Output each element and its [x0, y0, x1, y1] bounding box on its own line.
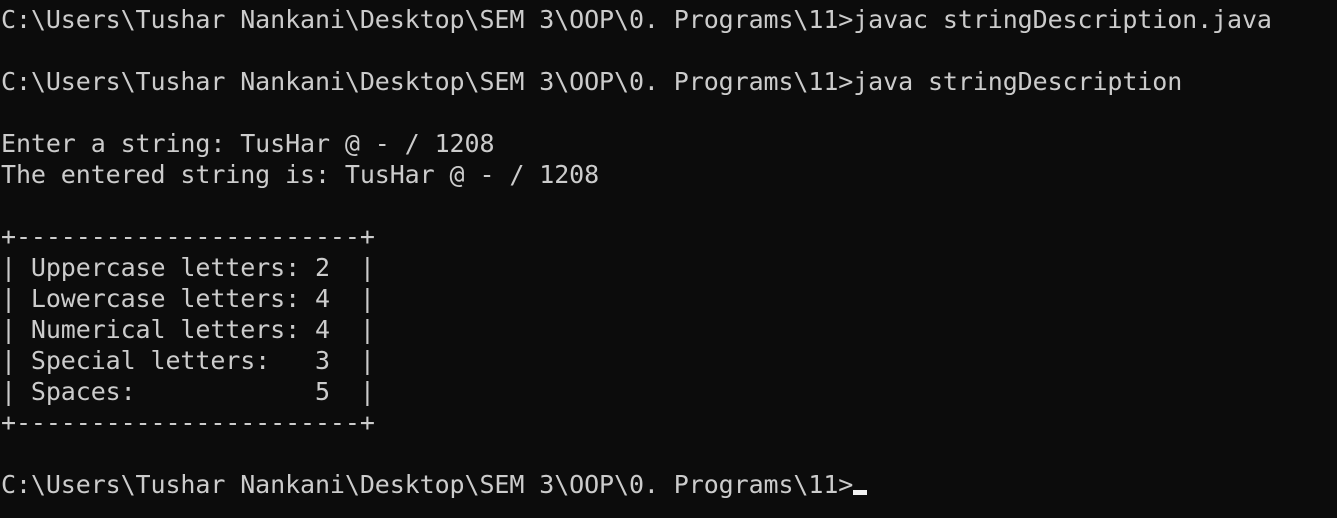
console-line-numerical-count: | Numerical letters: 4 |: [1, 315, 375, 344]
console-line-spaces-count: | Spaces: 5 |: [1, 377, 375, 406]
console-line-current-prompt[interactable]: C:\Users\Tushar Nankani\Desktop\SEM 3\OO…: [1, 469, 1337, 500]
console-line-box-top-border: +-----------------------+: [1, 222, 375, 251]
console-window[interactable]: C:\Users\Tushar Nankani\Desktop\SEM 3\OO…: [0, 0, 1337, 518]
console-line-javac-command: C:\Users\Tushar Nankani\Desktop\SEM 3\OO…: [1, 5, 1272, 34]
console-line-echo-output: The entered string is: TusHar @ - / 1208: [1, 160, 600, 189]
console-line-input-prompt: Enter a string: TusHar @ - / 1208: [1, 129, 495, 158]
console-line-lowercase-count: | Lowercase letters: 4 |: [1, 284, 375, 313]
console-line-box-bottom-border: +-----------------------+: [1, 408, 375, 437]
console-line-special-count: | Special letters: 3 |: [1, 346, 375, 375]
console-line-java-command: C:\Users\Tushar Nankani\Desktop\SEM 3\OO…: [1, 67, 1183, 96]
prompt-text: C:\Users\Tushar Nankani\Desktop\SEM 3\OO…: [1, 470, 854, 499]
console-line-uppercase-count: | Uppercase letters: 2 |: [1, 253, 375, 282]
text-cursor: [853, 490, 868, 495]
